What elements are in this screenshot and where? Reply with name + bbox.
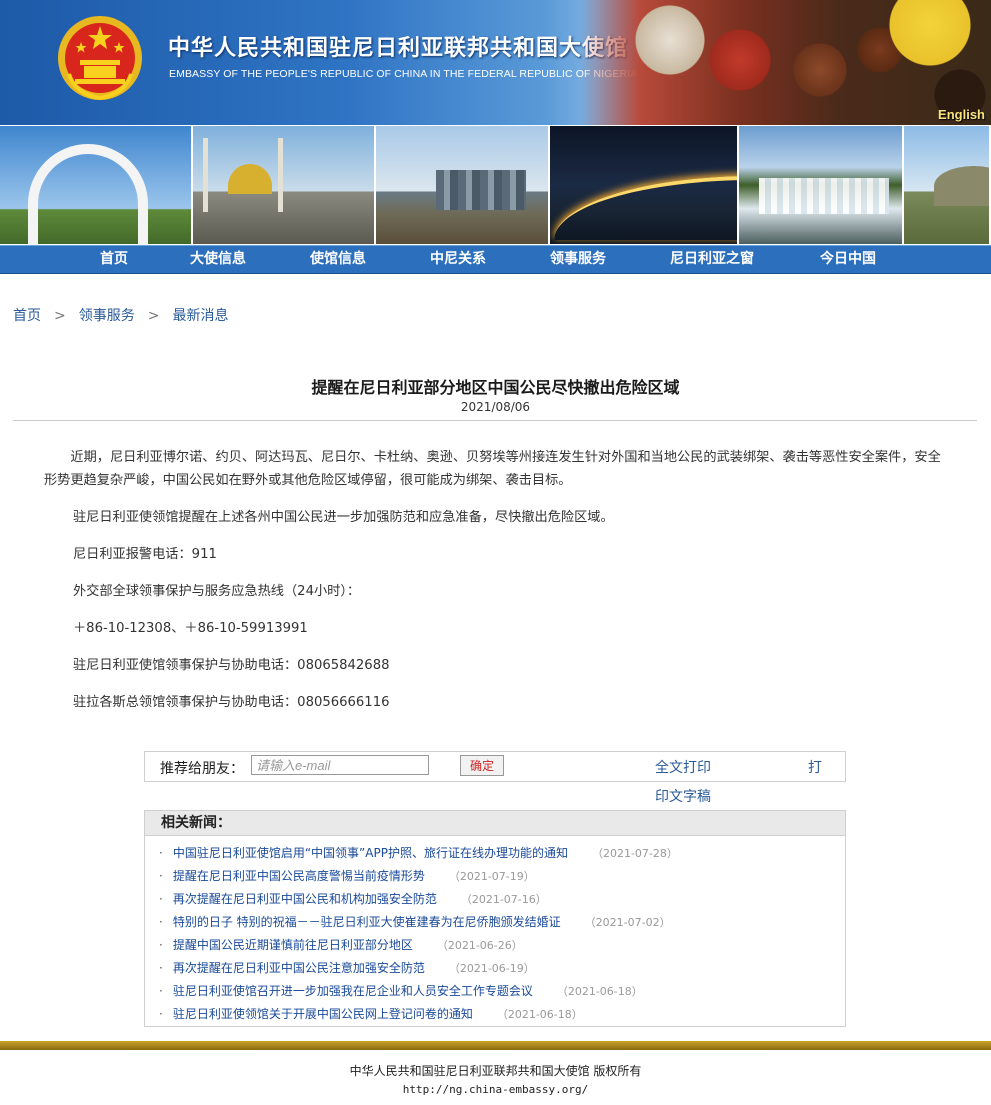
article-paragraph: ＋86-10-12308、＋86-10-59913991 [73,621,308,636]
main-nav: 首页 大使信息 使馆信息 中尼关系 领事服务 尼日利亚之窗 今日中国 [0,245,991,274]
bullet-icon: · [159,984,163,998]
bullet-icon: · [159,846,163,860]
nav-item-relations[interactable]: 中尼关系 [430,246,486,273]
list-item: · 驻尼日利亚使馆召开进一步加强我在尼企业和人员安全工作专题会议 （2021-06-… [159,980,845,1003]
news-date: （2021-06-18） [556,985,643,998]
news-date: （2021-06-18） [496,1008,583,1021]
photo-rock [904,126,989,244]
list-item: · 再次提醒在尼日利亚中国公民和机构加强安全防范 （2021-07-16） [159,888,845,911]
list-item: · 再次提醒在尼日利亚中国公民注意加强安全防范 （2021-06-19） [159,957,845,980]
news-link[interactable]: 中国驻尼日利亚使馆启用“中国领事”APP护照、旅行证在线办理功能的通知 [173,846,568,860]
site-title-cn: 中华人民共和国驻尼日利亚联邦共和国大使馆 [168,35,629,61]
breadcrumb-separator: > [147,308,160,324]
breadcrumb-separator: > [54,308,66,324]
photo-night-bridge [550,126,737,244]
nav-item-ambassador[interactable]: 大使信息 [190,246,246,273]
article-body: 近期，尼日利亚博尔诺、约贝、阿达玛瓦、尼日尔、卡杜纳、奥逊、贝努埃等州接连发生针… [44,446,951,728]
list-item: · 特别的日子 特别的祝福－－驻尼日利亚大使崔建春为在尼侨胞颁发结婚证 （2021-… [159,911,845,934]
article-paragraph: 驻尼日利亚使馆领事保护与协助电话：08065842688 [73,658,390,673]
photo-strip [0,126,991,244]
news-date: （2021-07-19） [448,870,535,883]
news-date: （2021-07-02） [584,916,671,929]
article-date: 2021/08/06 [460,400,531,414]
list-item: · 驻尼日利亚使领馆关于开展中国公民网上登记问卷的通知 （2021-06-18） [159,1003,845,1026]
site-title-en: EMBASSY OF THE PEOPLE'S REPUBLIC OF CHIN… [169,68,638,80]
list-item: · 提醒在尼日利亚中国公民高度警惕当前疫情形势 （2021-07-19） [159,865,845,888]
article-paragraph: 近期，尼日利亚博尔诺、约贝、阿达玛瓦、尼日尔、卡杜纳、奥逊、贝努埃等州接连发生针… [44,450,941,488]
bullet-icon: · [159,915,163,929]
article-paragraph: 外交部全球领事保护与服务应急热线（24小时）： [73,584,361,599]
divider [13,420,977,421]
nav-item-consular[interactable]: 领事服务 [550,246,606,273]
news-link[interactable]: 再次提醒在尼日利亚中国公民注意加强安全防范 [173,961,425,975]
photo-city-gate [0,126,191,244]
article-paragraph: 驻拉各斯总领馆领事保护与协助电话：08056666116 [73,695,390,710]
photo-mosque [193,126,374,244]
news-link[interactable]: 再次提醒在尼日利亚中国公民和机构加强安全防范 [173,892,437,906]
nav-item-home[interactable]: 首页 [100,246,128,273]
bullet-icon: · [159,892,163,906]
news-date: （2021-06-26） [436,939,523,952]
breadcrumb-consular[interactable]: 领事服务 [79,308,135,324]
list-item: · 中国驻尼日利亚使馆启用“中国领事”APP护照、旅行证在线办理功能的通知 （202… [159,842,845,865]
email-input[interactable] [251,755,429,775]
article-paragraph: 尼日利亚报警电话：911 [73,547,217,562]
nav-item-china-today[interactable]: 今日中国 [820,246,876,273]
footer-divider [0,1041,991,1050]
related-news: 相关新闻： · 中国驻尼日利亚使馆启用“中国领事”APP护照、旅行证在线办理功能的… [144,810,846,1027]
article-title: 提醒在尼日利亚部分地区中国公民尽快撤出危险区域 [311,378,680,397]
bullet-icon: · [159,869,163,883]
recommend-box: 推荐给朋友： 确定 [144,751,846,782]
related-news-list: · 中国驻尼日利亚使馆启用“中国领事”APP护照、旅行证在线办理功能的通知 （202… [145,836,845,1026]
nav-item-nigeria-window[interactable]: 尼日利亚之窗 [670,246,754,273]
print-link-continued[interactable]: 印文字稿 [655,786,711,806]
news-link[interactable]: 驻尼日利亚使领馆关于开展中国公民网上登记问卷的通知 [173,1007,473,1021]
news-date: （2021-07-28） [591,847,678,860]
news-link[interactable]: 驻尼日利亚使馆召开进一步加强我在尼企业和人员安全工作专题会议 [173,984,533,998]
bullet-icon: · [159,961,163,975]
print-link[interactable]: 全文打印 [655,757,711,777]
article-paragraph: 驻尼日利亚使领馆提醒在上述各州中国公民进一步加强防范和应急准备，尽快撤出危险区域… [73,510,614,525]
footer-copyright: 中华人民共和国驻尼日利亚联邦共和国大使馆 版权所有 [349,1064,642,1078]
related-news-heading: 相关新闻： [145,811,845,836]
breadcrumb: 首页 > 领事服务 > 最新消息 [13,305,228,325]
footer-url[interactable]: http://ng.china-embassy.org/ [0,1083,991,1096]
recommend-label: 推荐给朋友： [160,761,244,777]
national-emblem-icon [58,16,142,101]
submit-button[interactable]: 确定 [460,755,504,776]
header-banner: 中华人民共和国驻尼日利亚联邦共和国大使馆 EMBASSY OF THE PEOP… [0,0,991,125]
english-language-link[interactable]: English [938,107,985,122]
news-link[interactable]: 特别的日子 特别的祝福－－驻尼日利亚大使崔建春为在尼侨胞颁发结婚证 [173,915,561,929]
news-link[interactable]: 提醒在尼日利亚中国公民高度警惕当前疫情形势 [173,869,425,883]
photo-lagos-skyline [376,126,548,244]
news-date: （2021-07-16） [460,893,547,906]
list-item: · 提醒中国公民近期谨慎前往尼日利亚部分地区 （2021-06-26） [159,934,845,957]
bullet-icon: · [159,938,163,952]
bullet-icon: · [159,1007,163,1021]
banner-photo [580,0,991,125]
photo-waterfall [739,126,902,244]
news-date: （2021-06-19） [448,962,535,975]
nav-item-embassy-info[interactable]: 使馆信息 [310,246,366,273]
breadcrumb-latest[interactable]: 最新消息 [172,308,228,324]
news-link[interactable]: 提醒中国公民近期谨慎前往尼日利亚部分地区 [173,938,413,952]
print-link-extra[interactable]: 打 [808,757,822,777]
breadcrumb-home[interactable]: 首页 [13,308,41,324]
